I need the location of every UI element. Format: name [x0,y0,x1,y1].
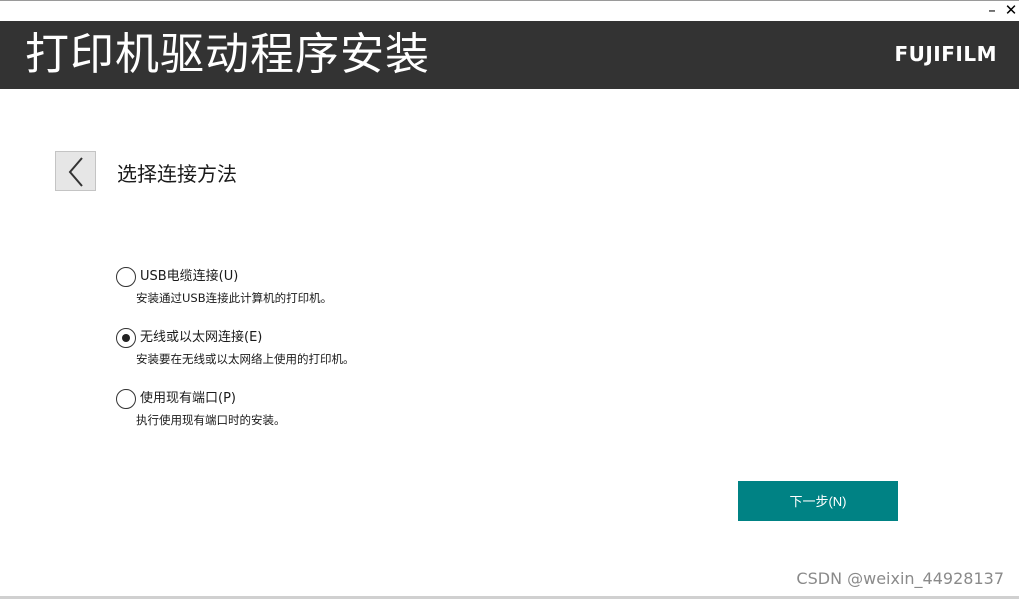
existing-port-description: 执行使用现有端口时的安装。 [136,413,286,427]
back-button[interactable] [55,151,96,191]
existing-port-radio[interactable] [116,389,136,409]
option-network[interactable]: 无线或以太网连接(E) 安装要在无线或以太网络上使用的打印机。 [116,328,516,372]
network-description: 安装要在无线或以太网络上使用的打印机。 [136,352,355,366]
next-button[interactable]: 下一步(N) [738,481,898,521]
window-title-bar: – ✕ [0,0,1019,21]
option-usb[interactable]: USB电缆连接(U) 安装通过USB连接此计算机的打印机。 [116,267,516,311]
minimize-button[interactable]: – [982,0,1002,21]
usb-radio[interactable] [116,267,136,287]
app-header: 打印机驱动程序安装 FUJIFILM [0,21,1019,89]
network-label[interactable]: 无线或以太网连接(E) [140,329,262,347]
close-button[interactable]: ✕ [1001,0,1019,21]
existing-port-label[interactable]: 使用现有端口(P) [140,390,236,408]
watermark: CSDN @weixin_44928137 [796,569,1004,588]
usb-label[interactable]: USB电缆连接(U) [140,268,238,286]
page-title: 选择连接方法 [117,162,237,186]
window-top-border [0,0,1019,1]
chevron-left-icon [68,157,83,187]
option-existing-port[interactable]: 使用现有端口(P) 执行使用现有端口时的安装。 [116,389,516,433]
app-title: 打印机驱动程序安装 [25,29,430,80]
fujifilm-logo: FUJIFILM [894,42,997,66]
usb-description: 安装通过USB连接此计算机的打印机。 [136,291,333,305]
radio-selected-dot [121,333,130,342]
network-radio[interactable] [116,328,136,348]
